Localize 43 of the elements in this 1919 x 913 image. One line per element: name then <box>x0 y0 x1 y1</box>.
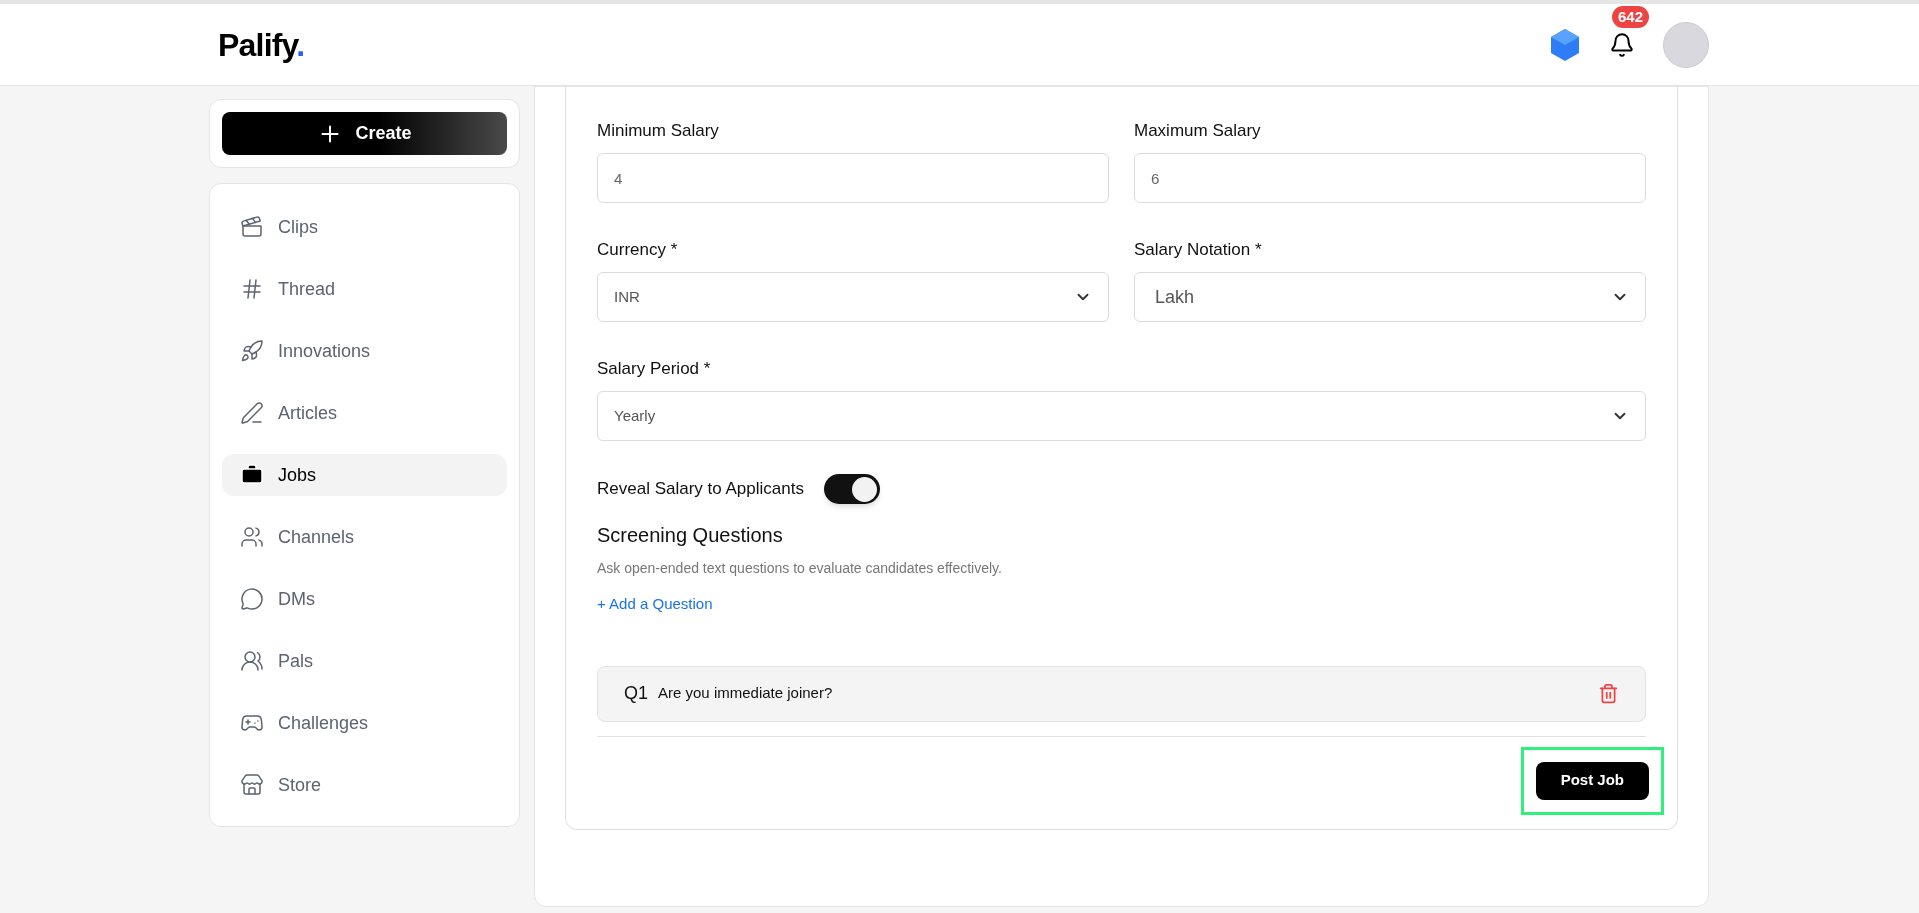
rocket-icon <box>240 339 264 363</box>
trash-icon[interactable] <box>1598 683 1619 704</box>
input-field[interactable]: 6 <box>1134 153 1646 203</box>
people-icon <box>240 649 264 673</box>
nav-item[interactable]: Thread <box>222 268 507 310</box>
toggle-switch[interactable] <box>823 474 880 504</box>
gem-icon[interactable] <box>1549 27 1581 62</box>
briefcase-icon <box>240 463 264 487</box>
toggle-label: Reveal Salary to Applicants <box>597 478 804 501</box>
section-description: Ask open-ended text questions to evaluate candidates effectively. <box>597 559 1003 578</box>
nav-item[interactable]: Store <box>222 764 507 806</box>
logo[interactable]: Palify. <box>218 20 305 69</box>
hash-icon <box>240 277 264 301</box>
question-text: Are you immediate joiner? <box>658 683 834 704</box>
section-title: Screening Questions <box>597 523 784 548</box>
nav-item[interactable]: Channels <box>222 516 507 558</box>
create-button[interactable]: Create <box>222 112 507 155</box>
bell-icon[interactable] <box>1609 31 1635 58</box>
select-field[interactable]: Yearly <box>597 391 1646 441</box>
clapperboard-icon <box>240 215 264 239</box>
chat-bubble-icon <box>240 587 264 611</box>
post-job-button[interactable]: Post Job <box>1535 761 1649 800</box>
store-icon <box>240 773 264 797</box>
nav-item[interactable]: Articles <box>222 392 507 434</box>
nav-item[interactable]: Innovations <box>222 330 507 372</box>
select-field[interactable]: INR <box>597 272 1109 322</box>
nav-item[interactable]: Pals <box>222 640 507 682</box>
notification-count: 642 <box>1611 5 1649 28</box>
nav-item[interactable]: Challenges <box>222 702 507 744</box>
add-question-link[interactable]: + Add a Question <box>597 593 713 616</box>
select-field[interactable]: Lakh <box>1134 272 1646 322</box>
input-field[interactable]: 4 <box>597 153 1109 203</box>
field-label: Currency * <box>597 239 679 261</box>
question-number: Q1 <box>624 682 648 705</box>
people-icon <box>240 525 264 549</box>
pencil-icon <box>240 401 264 425</box>
field-label: Salary Period * <box>597 358 712 380</box>
field-label: Maximum Salary <box>1134 120 1262 142</box>
nav-item[interactable]: DMs <box>222 578 507 620</box>
field-label: Minimum Salary <box>597 120 720 142</box>
nav-item[interactable]: Jobs <box>222 454 507 496</box>
field-label: Salary Notation * <box>1134 239 1263 261</box>
nav-item[interactable]: Clips <box>222 206 507 248</box>
